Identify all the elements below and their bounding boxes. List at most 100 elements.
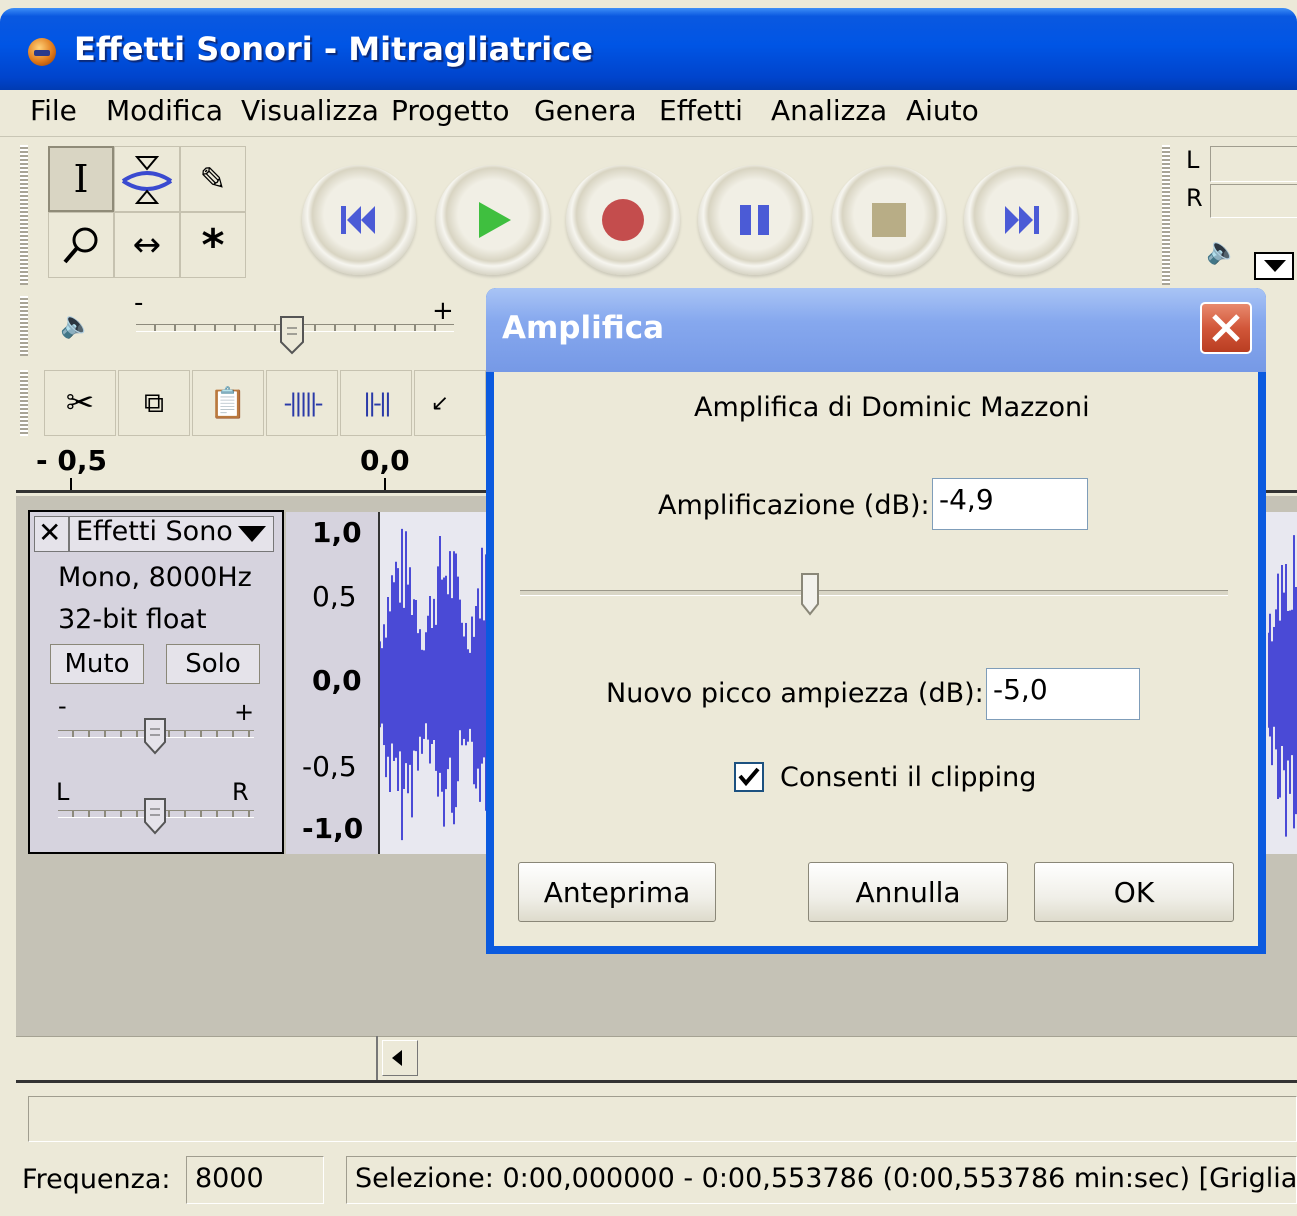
divider (16, 1080, 1297, 1083)
window-title: Effetti Sonori - Mitragliatrice (74, 30, 593, 68)
dialog-author-text: Amplifica di Dominic Mazzoni (694, 392, 1090, 423)
trim-icon: -|||||- (283, 389, 324, 417)
volume-plus-label: + (432, 296, 454, 326)
pencil-icon: ✎ (199, 160, 227, 198)
undo-button[interactable]: ↙ (414, 370, 486, 436)
timeshift-tool-button[interactable]: ↔ (114, 212, 180, 278)
skip-start-icon (341, 206, 375, 234)
dialog-title: Amplifica (502, 310, 665, 346)
copy-icon: ⧉ (144, 386, 164, 419)
audacity-icon (28, 38, 56, 66)
stop-icon (872, 203, 906, 237)
paste-button[interactable]: 📋 (192, 370, 264, 436)
toolbar-grip[interactable] (20, 145, 28, 285)
silence-button[interactable]: ||-|| (340, 370, 412, 436)
checkmark-icon (738, 767, 760, 787)
amplification-slider-thumb[interactable] (800, 572, 820, 616)
menu-progetto[interactable]: Progetto (391, 94, 510, 127)
track-menu-arrow-icon[interactable] (238, 526, 266, 542)
gain-plus-label: + (234, 698, 255, 726)
scale-label: 0,5 (312, 580, 357, 613)
edit-grip[interactable] (20, 370, 28, 436)
pan-slider-thumb[interactable] (142, 796, 168, 836)
selection-status-text: Selezione: 0:00,000000 - 0:00,553786 (0:… (355, 1163, 1297, 1194)
meter-dropdown[interactable] (1254, 252, 1294, 280)
volume-minus-label: - (134, 288, 144, 318)
track-close-icon[interactable]: ✕ (38, 516, 61, 549)
scale-label: -1,0 (302, 812, 364, 845)
multi-tool-button[interactable]: * (180, 212, 246, 278)
volume-slider-thumb[interactable] (278, 314, 306, 356)
paste-icon: 📋 (209, 385, 247, 421)
selection-tool-button[interactable]: I (48, 146, 114, 212)
gain-slider-thumb[interactable] (142, 716, 168, 756)
status-message-field (28, 1096, 1297, 1142)
menu-effetti[interactable]: Effetti (659, 94, 743, 127)
draw-tool-button[interactable]: ✎ (180, 146, 246, 212)
horizontal-scrollbar[interactable] (16, 1036, 1297, 1081)
mixer-grip[interactable] (20, 296, 28, 356)
dropdown-arrow-icon (1264, 260, 1286, 272)
skip-to-end-button[interactable] (964, 165, 1078, 275)
solo-button[interactable]: Solo (166, 644, 260, 684)
left-arrow-icon (392, 1050, 402, 1066)
menu-modifica[interactable]: Modifica (106, 94, 223, 127)
cancel-button[interactable]: Annulla (808, 862, 1008, 922)
envelope-tool-button[interactable] (114, 146, 180, 212)
silence-icon: ||-|| (362, 389, 392, 417)
divider (68, 516, 70, 552)
ok-button[interactable]: OK (1034, 862, 1234, 922)
track-name[interactable]: Effetti Sono (76, 516, 233, 547)
menu-visualizza[interactable]: Visualizza (241, 94, 379, 127)
scale-label: 0,0 (312, 664, 362, 697)
pause-icon (740, 205, 769, 235)
trim-button[interactable]: -|||||- (266, 370, 338, 436)
skip-end-icon (1005, 206, 1039, 234)
pause-button[interactable] (698, 165, 812, 275)
menu-genera[interactable]: Genera (534, 94, 637, 127)
rate-value: 8000 (195, 1163, 264, 1194)
dialog-body (494, 372, 1258, 946)
preview-button[interactable]: Anteprima (518, 862, 716, 922)
skip-to-start-button[interactable] (302, 165, 416, 275)
pan-left-label: L (56, 778, 70, 806)
record-button[interactable] (566, 165, 680, 275)
amplification-input[interactable]: -4,9 (932, 478, 1088, 530)
scale-label: 1,0 (312, 516, 362, 549)
peak-amplitude-input[interactable]: -5,0 (986, 668, 1140, 720)
rate-label: Frequenza: (22, 1164, 171, 1195)
meter-left-label: L (1186, 146, 1200, 174)
clipping-checkbox[interactable] (734, 762, 764, 792)
meter-right-label: R (1186, 184, 1203, 212)
play-button[interactable] (436, 165, 550, 275)
track-bit-depth: 32-bit float (58, 604, 207, 635)
menu-aiuto[interactable]: Aiuto (906, 94, 979, 127)
meter-grip[interactable] (1162, 145, 1170, 285)
meter-left-bar[interactable] (1210, 146, 1297, 182)
rate-field[interactable]: 8000 (186, 1156, 324, 1204)
output-volume-icon: 🔈 (60, 310, 93, 340)
menu-file[interactable]: File (30, 94, 77, 127)
menu-analizza[interactable]: Analizza (771, 94, 887, 127)
stop-button[interactable] (832, 165, 946, 275)
zoom-tool-button[interactable] (48, 212, 114, 278)
scroll-left-button[interactable] (382, 1040, 418, 1076)
scale-label: -0,5 (302, 750, 357, 783)
meter-right-bar[interactable] (1210, 184, 1297, 218)
cut-button[interactable]: ✂ (44, 370, 116, 436)
mute-button[interactable]: Muto (50, 644, 144, 684)
envelope-icon (121, 156, 173, 204)
copy-button[interactable]: ⧉ (118, 370, 190, 436)
double-arrow-icon: ↔ (132, 225, 162, 265)
gain-minus-label: - (58, 692, 67, 720)
peak-label: Nuovo picco ampiezza (dB): (606, 678, 984, 709)
dialog-close-button[interactable] (1200, 302, 1252, 354)
ruler-tick (70, 478, 72, 490)
magnifier-icon (63, 227, 98, 264)
clipping-label[interactable]: Consenti il clipping (780, 762, 1036, 793)
ruler-label-zero: 0,0 (360, 444, 410, 477)
ruler-label-start: - 0,5 (36, 444, 107, 477)
amplification-slider[interactable] (520, 590, 1228, 596)
track-format: Mono, 8000Hz (58, 562, 252, 593)
ibeam-icon: I (73, 157, 89, 201)
